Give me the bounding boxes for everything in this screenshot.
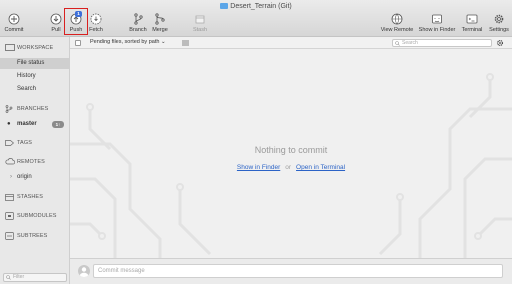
commit-message-input[interactable]: Commit message	[93, 264, 503, 278]
select-all-checkbox[interactable]	[75, 40, 81, 46]
sidebar-section-submodules[interactable]: SUBMODULES	[5, 212, 57, 220]
file-list-toolbar: Pending files, sorted by path ⌄ Search	[70, 37, 512, 49]
show-in-finder-button[interactable]: Show in Finder	[418, 13, 456, 37]
chevron-right-icon: ›	[10, 174, 12, 180]
push-count-badge: 1	[75, 11, 82, 17]
pull-icon	[50, 13, 62, 25]
chevron-down-icon: ⌄	[160, 39, 166, 45]
search-icon	[395, 41, 400, 46]
commit-button[interactable]: Commit	[0, 13, 28, 37]
sidebar-section-workspace[interactable]: WORKSPACE	[5, 44, 53, 51]
file-status-panel: Nothing to commit Show in Finder or Open i…	[70, 49, 512, 258]
view-remote-button[interactable]: View Remote	[380, 13, 414, 37]
ahead-count-badge: 1↑	[52, 121, 64, 128]
sidebar-item-history[interactable]: History	[0, 71, 69, 82]
options-gear-icon[interactable]	[496, 39, 504, 47]
folder-icon	[220, 2, 229, 9]
sidebar-item-file-status[interactable]: File status	[0, 58, 69, 69]
stash-icon	[5, 194, 14, 201]
settings-button[interactable]: Settings	[486, 13, 512, 37]
fetch-button[interactable]: Fetch	[82, 13, 110, 37]
globe-icon	[391, 13, 403, 25]
sidebar-section-subtrees[interactable]: SUBTREES	[5, 232, 47, 240]
open-in-terminal-link[interactable]: Open in Terminal	[296, 164, 345, 171]
merge-button[interactable]: Merge	[146, 13, 174, 37]
merge-icon	[155, 13, 165, 25]
subtree-icon	[5, 232, 14, 240]
commit-icon	[8, 13, 20, 25]
terminal-button[interactable]: Terminal	[459, 13, 485, 37]
finder-icon	[432, 14, 442, 24]
terminal-icon	[466, 14, 478, 24]
search-icon	[6, 275, 11, 280]
sidebar-section-stashes[interactable]: STASHES	[5, 194, 43, 201]
empty-state-message: Nothing to commit	[254, 145, 328, 155]
sidebar-item-search[interactable]: Search	[0, 84, 69, 95]
user-icon	[79, 267, 89, 277]
tag-icon	[5, 140, 14, 146]
search-input[interactable]: Search	[392, 39, 492, 47]
list-view-icon[interactable]	[182, 40, 189, 46]
sidebar-section-remotes[interactable]: REMOTES	[5, 158, 45, 165]
sidebar-section-branches[interactable]: BRANCHES	[5, 105, 48, 113]
sidebar: WORKSPACE File status History Search BRA…	[0, 37, 70, 284]
branch-icon	[5, 105, 13, 113]
avatar	[78, 265, 90, 277]
sort-dropdown[interactable]: Pending files, sorted by path ⌄	[90, 39, 166, 45]
stash-icon	[195, 15, 205, 24]
or-text: or	[285, 164, 292, 171]
sidebar-section-tags[interactable]: TAGS	[5, 140, 32, 146]
stash-button[interactable]: Stash	[186, 13, 214, 37]
sidebar-item-origin[interactable]: › origin	[0, 172, 69, 183]
monitor-icon	[5, 44, 15, 51]
show-in-finder-link[interactable]: Show in Finder	[237, 164, 280, 171]
fetch-icon	[90, 13, 102, 25]
submodule-icon	[5, 212, 14, 220]
branch-icon	[134, 13, 143, 25]
sidebar-item-master[interactable]: ● master 1↑	[0, 119, 69, 130]
commit-bar: Commit message	[70, 258, 512, 284]
toolbar: Desert_Terrain (Git) Commit Pull Push 1 …	[0, 0, 512, 37]
empty-state-actions: Show in Finder or Open in Terminal	[70, 164, 512, 171]
cloud-icon	[5, 158, 15, 165]
current-branch-dot-icon: ●	[7, 121, 11, 127]
gear-icon	[494, 14, 504, 24]
sidebar-filter-input[interactable]: Filter	[3, 273, 67, 282]
